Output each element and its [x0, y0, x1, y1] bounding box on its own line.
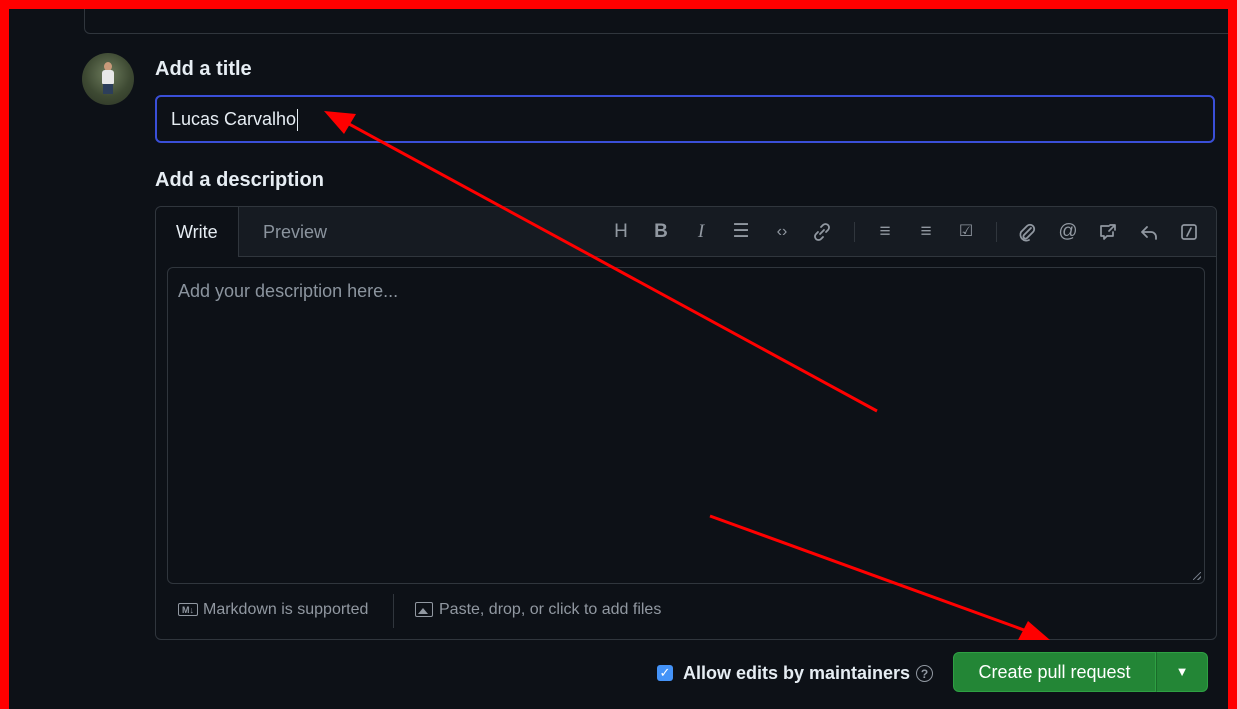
text-caret — [297, 109, 299, 132]
markdown-note[interactable]: M↓ Markdown is supported — [178, 601, 368, 619]
description-placeholder: Add your description here... — [178, 281, 399, 301]
footer-separator — [393, 594, 394, 628]
task-list-icon[interactable]: ☑ — [953, 219, 979, 245]
slash-command-icon[interactable] — [1176, 219, 1202, 245]
editor-tabbar: Write Preview H B I ☰ ‹› ≡ ≡ ☑ @ — [156, 207, 1216, 257]
markdown-note-text: Markdown is supported — [203, 601, 369, 618]
title-input-value: Lucas Carvalho — [171, 109, 297, 129]
create-options-dropdown-button[interactable]: ▼ — [1156, 652, 1208, 692]
tab-write[interactable]: Write — [156, 207, 239, 257]
create-pull-request-button[interactable]: Create pull request — [953, 652, 1156, 692]
tab-preview[interactable]: Preview — [243, 207, 347, 256]
image-icon — [415, 602, 433, 618]
attach-files-link[interactable]: Paste, drop, or click to add files — [415, 601, 661, 619]
description-editor: Write Preview H B I ☰ ‹› ≡ ≡ ☑ @ Add you… — [155, 206, 1217, 640]
mention-icon[interactable]: @ — [1055, 219, 1081, 245]
description-textarea[interactable]: Add your description here... — [167, 267, 1205, 584]
numbered-list-icon[interactable]: ≡ — [872, 219, 898, 245]
toolbar-separator — [854, 222, 855, 242]
reply-icon[interactable] — [1136, 219, 1162, 245]
quote-icon[interactable]: ☰ — [728, 219, 754, 245]
unordered-list-icon[interactable]: ≡ — [913, 219, 939, 245]
allow-edits-checkbox[interactable]: ✓ — [657, 665, 673, 681]
description-label: Add a description — [155, 169, 324, 191]
italic-icon[interactable]: I — [688, 219, 714, 245]
caret-down-icon: ▼ — [1175, 664, 1189, 679]
title-label: Add a title — [155, 58, 252, 80]
cross-reference-icon[interactable] — [1095, 219, 1121, 245]
code-icon[interactable]: ‹› — [769, 219, 795, 245]
user-avatar — [82, 53, 134, 105]
allow-edits-row[interactable]: ✓ Allow edits by maintainers ? — [657, 661, 934, 685]
previous-section-box — [84, 9, 1228, 34]
heading-icon[interactable]: H — [608, 219, 634, 245]
toolbar-separator — [996, 222, 997, 242]
bold-icon[interactable]: B — [648, 219, 674, 245]
pr-form: Add a title Lucas Carvalho Add a descrip… — [9, 9, 1228, 709]
attach-files-text: Paste, drop, or click to add files — [439, 601, 662, 618]
allow-edits-label: Allow edits by maintainers — [683, 662, 911, 683]
title-input[interactable]: Lucas Carvalho — [155, 95, 1215, 143]
markdown-icon: M↓ — [178, 603, 198, 617]
attach-icon[interactable] — [1014, 219, 1040, 245]
link-icon[interactable] — [809, 219, 835, 245]
question-icon[interactable]: ? — [916, 664, 934, 682]
resize-handle[interactable] — [1193, 572, 1201, 580]
